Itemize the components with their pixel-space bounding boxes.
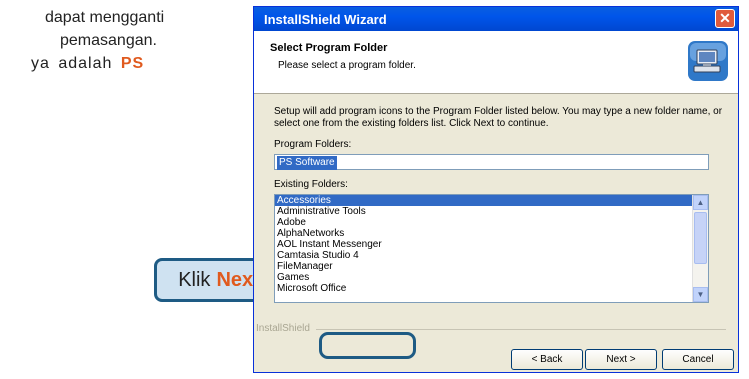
header-title: Select Program Folder — [270, 42, 388, 54]
list-item[interactable]: Accessories — [275, 195, 693, 206]
instruction-highlight: PS — [120, 55, 145, 72]
installshield-brand: InstallShield — [256, 323, 310, 334]
back-button[interactable]: < Back — [511, 349, 583, 370]
wizard-content: Setup will add program icons to the Prog… — [254, 94, 738, 303]
instruction-line-1: dapat mengganti — [45, 9, 165, 26]
program-folder-value: PS Software — [277, 156, 337, 170]
list-item[interactable]: Games — [275, 272, 693, 283]
close-icon: ✕ — [719, 10, 731, 26]
instruction-line-3-text: ya adalah — [31, 55, 113, 72]
program-folders-label: Program Folders: — [274, 139, 352, 150]
footer-divider — [316, 329, 726, 330]
list-item[interactable]: Adobe — [275, 217, 693, 228]
wizard-header: Select Program Folder Please select a pr… — [254, 31, 738, 94]
scroll-up-button[interactable]: ▲ — [693, 195, 708, 210]
list-item[interactable]: Microsoft Office — [275, 283, 693, 294]
computer-setup-icon — [686, 39, 730, 83]
list-item[interactable]: AlphaNetworks — [275, 228, 693, 239]
chevron-up-icon: ▲ — [696, 198, 705, 207]
window-titlebar: InstallShield Wizard ✕ — [254, 7, 738, 31]
instruction-line-2: pemasangan. — [60, 32, 157, 49]
list-item[interactable]: Camtasia Studio 4 — [275, 250, 693, 261]
setup-description: Setup will add program icons to the Prog… — [274, 106, 723, 129]
next-button[interactable]: Next > — [585, 349, 657, 370]
callout-prefix: Klik — [178, 268, 211, 291]
scroll-down-button[interactable]: ▼ — [693, 287, 708, 302]
header-subtitle: Please select a program folder. — [278, 60, 416, 71]
installshield-window: InstallShield Wizard ✕ Select Program Fo… — [253, 6, 739, 373]
cancel-button[interactable]: Cancel — [662, 349, 734, 370]
chevron-down-icon: ▼ — [696, 290, 705, 299]
folder-items: Accessories Administrative Tools Adobe A… — [275, 195, 693, 294]
list-item[interactable]: FileManager — [275, 261, 693, 272]
list-item[interactable]: AOL Instant Messenger — [275, 239, 693, 250]
window-title: InstallShield Wizard — [264, 11, 387, 27]
close-button[interactable]: ✕ — [715, 9, 735, 28]
folders-scrollbar[interactable]: ▲ ▼ — [692, 195, 708, 302]
instruction-line-3: ya adalah PS — [0, 52, 164, 75]
existing-folders-label: Existing Folders: — [274, 179, 348, 190]
next-button-highlight — [319, 332, 416, 359]
scrollbar-thumb[interactable] — [694, 212, 707, 264]
list-item[interactable]: Administrative Tools — [275, 206, 693, 217]
existing-folders-list[interactable]: Accessories Administrative Tools Adobe A… — [274, 194, 709, 303]
instruction-text: dapat mengganti pemasangan. ya adalah PS — [0, 6, 164, 75]
program-folder-input[interactable]: PS Software — [274, 154, 709, 170]
